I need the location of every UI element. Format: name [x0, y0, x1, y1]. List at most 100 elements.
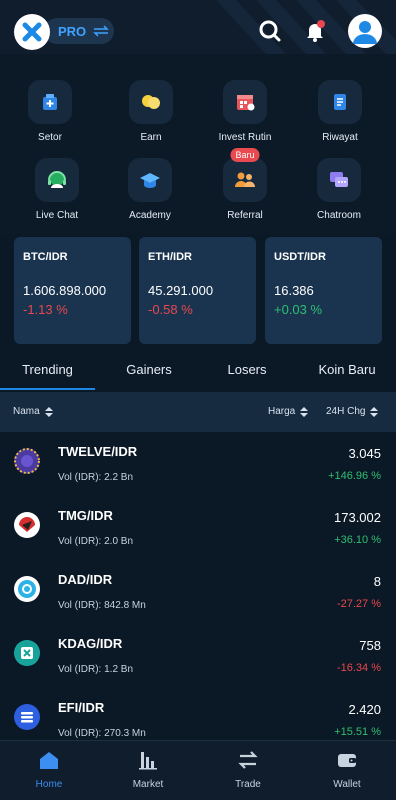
- pair-price: 45.291.000: [148, 283, 214, 298]
- quick-label: Referral: [227, 210, 263, 221]
- coin-list: TWELVE/IDR Vol (IDR): 2.2 Bn 3.045 +146.…: [0, 432, 396, 740]
- logo-icon: [22, 22, 42, 42]
- bottom-navigation: Home Market Trade Wallet: [0, 740, 396, 800]
- app-header: PRO: [0, 0, 396, 54]
- tmg-coin-icon: [14, 512, 40, 538]
- profile-avatar[interactable]: [348, 14, 382, 48]
- coins-icon: [142, 95, 160, 109]
- quick-item-referral[interactable]: Baru Referral: [199, 148, 291, 221]
- quick-item-earn[interactable]: Earn: [105, 80, 197, 143]
- quick-icon-bg: [129, 80, 173, 124]
- document-icon: [334, 94, 346, 110]
- coin-price: 758: [359, 638, 381, 653]
- pair-change: -0.58 %: [148, 302, 193, 317]
- column-name-label: Nama: [13, 406, 40, 417]
- nav-label: Trade: [235, 779, 261, 790]
- swap-icon: [93, 25, 109, 37]
- coin-change: -16.34 %: [336, 662, 381, 674]
- tab-trending[interactable]: Trending: [0, 352, 95, 390]
- sort-by-change[interactable]: 24H Chg: [326, 406, 379, 417]
- coin-name: TMG/IDR: [58, 508, 113, 523]
- quick-icon-bg: [28, 80, 72, 124]
- pair-change: +0.03 %: [274, 302, 323, 317]
- tab-losers[interactable]: Losers: [205, 352, 289, 390]
- quick-item-chatroom[interactable]: Chatroom: [293, 158, 385, 221]
- quick-item-invest-rutin[interactable]: Invest Rutin: [199, 80, 291, 143]
- coin-change: +36.10 %: [334, 534, 381, 546]
- search-icon: [259, 20, 281, 42]
- bell-icon: [307, 20, 325, 42]
- calendar-icon: [237, 95, 255, 111]
- quick-icon-bg: [128, 158, 172, 202]
- quick-icon-bg: [317, 158, 361, 202]
- tab-gainers[interactable]: Gainers: [105, 352, 193, 390]
- quick-label: Invest Rutin: [218, 132, 272, 143]
- quick-label: Academy: [129, 210, 171, 221]
- bar-chart-icon: [139, 752, 157, 770]
- pair-price: 1.606.898.000: [23, 283, 107, 298]
- coin-row[interactable]: TMG/IDR Vol (IDR): 2.0 Bn 173.002 +36.10…: [0, 496, 396, 560]
- twelve-coin-icon: [14, 448, 40, 474]
- graduation-cap-icon: [140, 173, 160, 188]
- sort-by-price[interactable]: Harga: [268, 406, 309, 417]
- column-change-label: 24H Chg: [326, 406, 366, 417]
- nav-home[interactable]: Home: [14, 749, 84, 790]
- pair-label: BTC/IDR: [23, 251, 68, 263]
- quick-menu: Setor Earn Invest Rutin Riwayat Live Cha…: [0, 54, 396, 234]
- search-button[interactable]: [256, 17, 284, 45]
- quick-icon-bg: Baru: [223, 148, 267, 202]
- user-avatar-icon: [353, 21, 377, 44]
- nav-market[interactable]: Market: [113, 749, 183, 790]
- coin-volume: Vol (IDR): 842.8 Mn: [58, 600, 146, 611]
- sort-icon: [370, 406, 379, 417]
- quick-icon-bg: [223, 80, 267, 124]
- chat-bubbles-icon: [330, 172, 348, 187]
- pair-label: ETH/IDR: [148, 251, 192, 263]
- coin-change: +146.96 %: [328, 470, 381, 482]
- swap-arrows-icon: [238, 751, 258, 769]
- pro-label: PRO: [58, 23, 87, 39]
- coin-row[interactable]: DAD/IDR Vol (IDR): 842.8 Mn 8 -27.27 %: [0, 560, 396, 624]
- quick-label: Live Chat: [35, 210, 79, 221]
- new-badge: Baru: [230, 148, 260, 162]
- price-card-btc[interactable]: BTC/IDR 1.606.898.000 -1.13 %: [14, 237, 131, 344]
- notification-button[interactable]: [301, 17, 329, 45]
- coin-row[interactable]: KDAG/IDR Vol (IDR): 1.2 Bn 758 -16.34 %: [0, 624, 396, 688]
- pro-mode-toggle[interactable]: PRO: [44, 18, 114, 44]
- quick-label: Setor: [38, 132, 62, 143]
- tab-koin-baru[interactable]: Koin Baru: [300, 352, 394, 390]
- coin-row[interactable]: TWELVE/IDR Vol (IDR): 2.2 Bn 3.045 +146.…: [0, 432, 396, 496]
- pair-change: -1.13 %: [23, 302, 68, 317]
- pair-price: 16.386: [274, 283, 314, 298]
- coin-change: +15.51 %: [334, 726, 381, 738]
- nav-wallet[interactable]: Wallet: [312, 749, 382, 790]
- nav-trade[interactable]: Trade: [213, 749, 283, 790]
- quick-item-riwayat[interactable]: Riwayat: [294, 80, 386, 143]
- coin-volume: Vol (IDR): 2.0 Bn: [58, 536, 134, 547]
- price-card-usdt[interactable]: USDT/IDR 16.386 +0.03 %: [265, 237, 382, 344]
- wallet-icon: [338, 754, 356, 767]
- pair-label: USDT/IDR: [274, 251, 326, 263]
- quick-item-live-chat[interactable]: Live Chat: [11, 158, 103, 221]
- coin-name: TWELVE/IDR: [58, 444, 138, 459]
- efi-coin-icon: [14, 704, 40, 730]
- coin-row[interactable]: EFI/IDR Vol (IDR): 270.3 Mn 2.420 +15.51…: [0, 688, 396, 740]
- quick-label: Chatroom: [317, 210, 361, 221]
- app-logo[interactable]: [14, 14, 50, 50]
- quick-item-setor[interactable]: Setor: [4, 80, 96, 143]
- quick-item-academy[interactable]: Academy: [104, 158, 196, 221]
- coin-name: EFI/IDR: [58, 700, 105, 715]
- coin-volume: Vol (IDR): 270.3 Mn: [58, 728, 146, 739]
- coin-volume: Vol (IDR): 2.2 Bn: [58, 472, 134, 483]
- quick-label: Riwayat: [322, 132, 358, 143]
- sort-icon: [300, 406, 309, 417]
- sort-by-name[interactable]: Nama: [13, 406, 53, 417]
- coin-name: DAD/IDR: [58, 572, 113, 587]
- dad-coin-icon: [14, 576, 40, 602]
- price-card-eth[interactable]: ETH/IDR 45.291.000 -0.58 %: [139, 237, 256, 344]
- column-price-label: Harga: [268, 406, 296, 417]
- kdag-coin-icon: [14, 640, 40, 666]
- coin-name: KDAG/IDR: [58, 636, 123, 651]
- nav-label: Wallet: [333, 779, 361, 790]
- sort-icon: [44, 406, 53, 417]
